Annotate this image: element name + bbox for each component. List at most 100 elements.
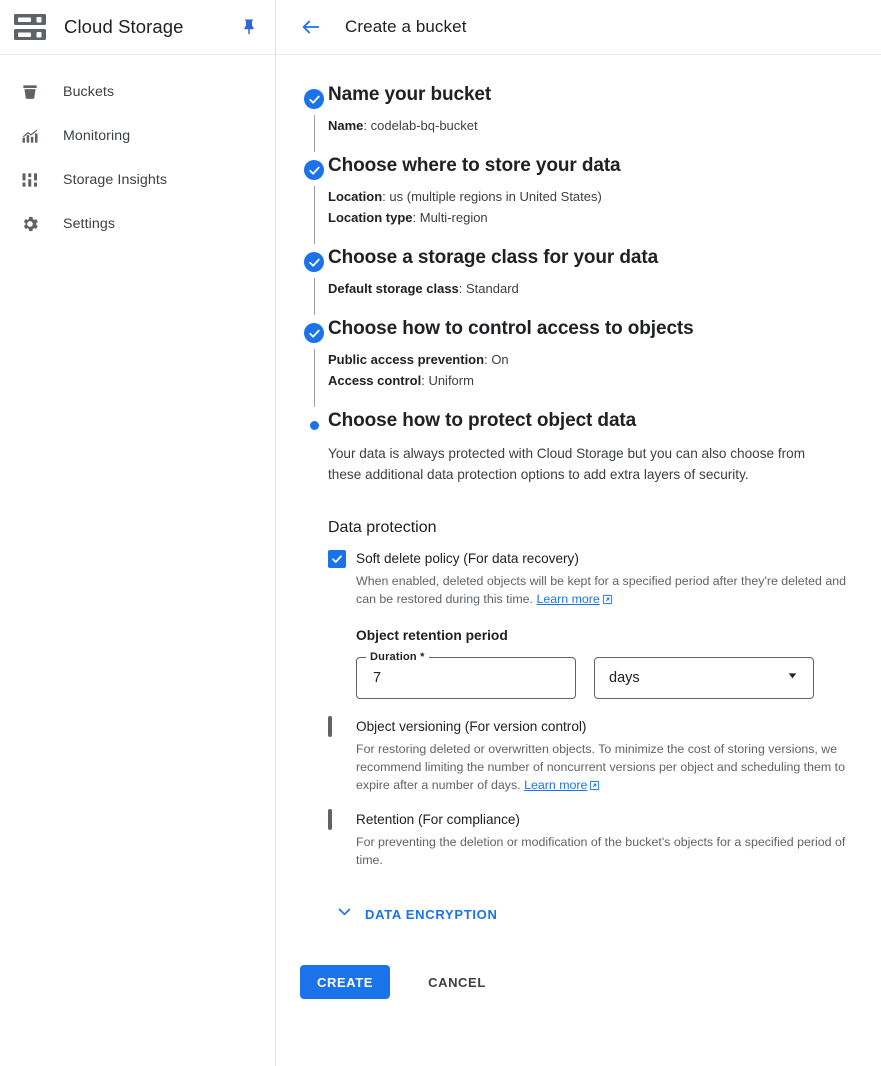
data-protection-heading: Data protection: [328, 519, 881, 537]
step-summary-row: Name: codelab-bq-bucket: [328, 115, 881, 136]
step-summary-row: Location: us (multiple regions in United…: [328, 186, 881, 207]
sidebar-item-settings[interactable]: Settings: [0, 202, 275, 246]
chevron-down-icon[interactable]: [786, 669, 799, 687]
summary-value: Standard: [466, 281, 519, 296]
sidebar-item-monitoring[interactable]: Monitoring: [0, 114, 275, 158]
gear-icon: [19, 213, 41, 235]
monitoring-chart-icon: [19, 125, 41, 147]
summary-value: On: [491, 352, 508, 367]
step-description: Your data is always protected with Cloud…: [328, 443, 838, 485]
wizard-step-protect-data: Choose how to protect object data Your d…: [276, 409, 881, 925]
option-label: Retention (For compliance): [356, 812, 520, 827]
step-title: Name your bucket: [328, 83, 881, 107]
step-summary-row: Access control: Uniform: [328, 370, 881, 391]
step-complete-check-icon: [304, 89, 324, 109]
option-soft-delete-policy[interactable]: Soft delete policy (For data recovery) W…: [328, 549, 881, 610]
step-body[interactable]: Choose a storage class for your data Def…: [328, 246, 881, 317]
step-connector-line: [314, 278, 315, 315]
retention-fields-row: Duration * days: [356, 657, 881, 699]
data-encryption-expander[interactable]: DATA ENCRYPTION: [336, 903, 881, 925]
checkbox-unchecked-icon[interactable]: [328, 811, 346, 829]
storage-insights-icon: [19, 169, 41, 191]
step-body[interactable]: Name your bucket Name: codelab-bq-bucket: [328, 83, 881, 154]
option-label: Soft delete policy (For data recovery): [356, 551, 579, 566]
back-arrow-icon[interactable]: [298, 14, 324, 40]
summary-value: codelab-bq-bucket: [371, 118, 478, 133]
step-complete-check-icon: [304, 160, 324, 180]
data-encryption-label: DATA ENCRYPTION: [365, 907, 498, 922]
sidebar-item-label: Buckets: [63, 84, 114, 100]
summary-value: Uniform: [428, 373, 474, 388]
option-text: Retention (For compliance) For preventin…: [356, 810, 881, 869]
step-gutter: [300, 83, 328, 154]
form-actions: CREATE CANCEL: [300, 965, 881, 999]
wizard-step-name: Name your bucket Name: codelab-bq-bucket: [276, 83, 881, 154]
sidebar-nav: Buckets Monitoring: [0, 55, 275, 246]
step-connector-line: [314, 115, 315, 152]
step-gutter: [300, 154, 328, 246]
duration-input[interactable]: [371, 669, 561, 687]
step-body[interactable]: Choose where to store your data Location…: [328, 154, 881, 246]
page-header: Create a bucket: [276, 0, 881, 55]
step-gutter: [300, 409, 328, 925]
step-summary-row: Public access prevention: On: [328, 349, 881, 370]
step-body[interactable]: Choose how to control access to objects …: [328, 317, 881, 409]
chevron-down-icon[interactable]: [336, 903, 353, 925]
wizard-step-access-control: Choose how to control access to objects …: [276, 317, 881, 409]
step-summary-row: Default storage class: Standard: [328, 278, 881, 299]
sidebar-header: Cloud Storage: [0, 0, 275, 55]
step-complete-check-icon: [304, 323, 324, 343]
page-title: Create a bucket: [345, 17, 467, 37]
option-help: For restoring deleted or overwritten obj…: [356, 740, 856, 796]
step-body: Choose how to protect object data Your d…: [328, 409, 881, 925]
wizard-step-location: Choose where to store your data Location…: [276, 154, 881, 246]
summary-label: Location type: [328, 210, 413, 225]
summary-label: Access control: [328, 373, 421, 388]
object-retention-period-block: Object retention period Duration * days: [356, 628, 881, 699]
step-title: Choose how to control access to objects: [328, 317, 881, 341]
wizard-content: Name your bucket Name: codelab-bq-bucket: [276, 55, 881, 999]
option-object-versioning[interactable]: Object versioning (For version control) …: [328, 717, 881, 796]
summary-label: Default storage class: [328, 281, 459, 296]
option-help-text: For preventing the deletion or modificat…: [356, 835, 845, 867]
bucket-icon: [19, 81, 41, 103]
checkbox-unchecked-icon[interactable]: [328, 718, 346, 736]
brand-title: Cloud Storage: [64, 16, 237, 38]
cloud-storage-logo-icon: [13, 12, 47, 42]
option-help-text: For restoring deleted or overwritten obj…: [356, 742, 845, 792]
create-button[interactable]: CREATE: [300, 965, 390, 999]
option-label: Object versioning (For version control): [356, 719, 586, 734]
main-panel: Create a bucket Name your bucke: [276, 0, 881, 1066]
learn-more-link[interactable]: Learn more: [536, 592, 599, 606]
step-connector-line: [314, 186, 315, 244]
step-title: Choose where to store your data: [328, 154, 881, 178]
learn-more-link[interactable]: Learn more: [524, 778, 587, 792]
summary-value: us (multiple regions in United States): [389, 189, 601, 204]
pin-icon[interactable]: [237, 15, 261, 39]
option-help: When enabled, deleted objects will be ke…: [356, 572, 856, 610]
sidebar-item-label: Storage Insights: [63, 172, 167, 188]
sidebar-item-label: Settings: [63, 216, 115, 232]
option-help: For preventing the deletion or modificat…: [356, 833, 856, 869]
sidebar-item-buckets[interactable]: Buckets: [0, 70, 275, 114]
duration-unit-select[interactable]: days: [594, 657, 814, 699]
sidebar-item-storage-insights[interactable]: Storage Insights: [0, 158, 275, 202]
create-bucket-page: Cloud Storage Buckets: [0, 0, 881, 1066]
step-connector-line: [314, 349, 315, 407]
sidebar: Cloud Storage Buckets: [0, 0, 276, 1066]
checkbox-checked-icon[interactable]: [328, 550, 346, 568]
step-title: Choose how to protect object data: [328, 409, 881, 433]
external-link-icon[interactable]: [602, 592, 613, 610]
step-complete-check-icon: [304, 252, 324, 272]
step-gutter: [300, 246, 328, 317]
external-link-icon[interactable]: [589, 778, 600, 796]
option-retention-compliance[interactable]: Retention (For compliance) For preventin…: [328, 810, 881, 869]
sidebar-item-label: Monitoring: [63, 128, 130, 144]
cancel-button[interactable]: CANCEL: [412, 965, 502, 999]
summary-label: Public access prevention: [328, 352, 484, 367]
duration-field[interactable]: Duration *: [356, 657, 576, 699]
option-text: Soft delete policy (For data recovery) W…: [356, 549, 881, 610]
duration-field-label: Duration *: [366, 651, 429, 663]
summary-label: Name: [328, 118, 363, 133]
step-title: Choose a storage class for your data: [328, 246, 881, 270]
